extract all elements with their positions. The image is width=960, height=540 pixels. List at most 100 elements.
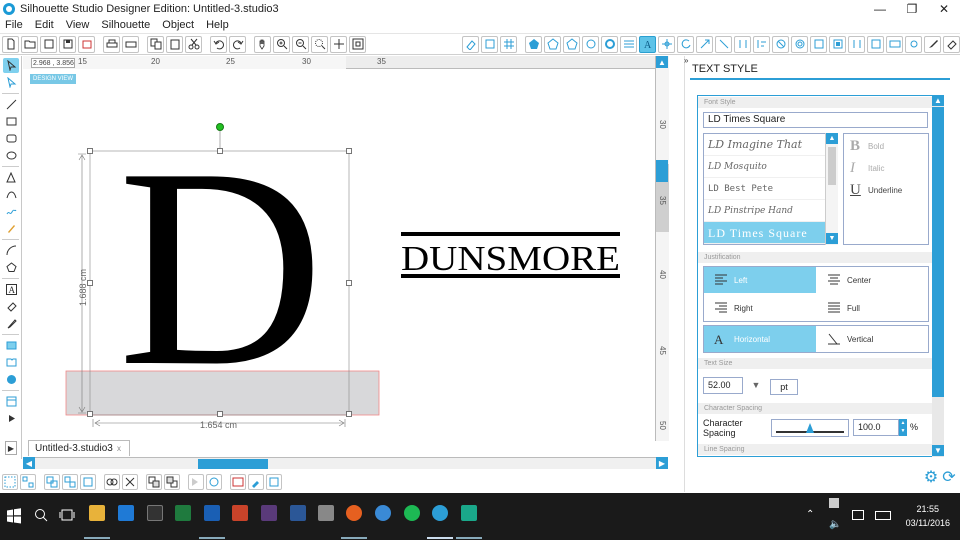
font-list-item-selected[interactable]: LD Times Square	[704, 222, 837, 244]
copy-button[interactable]	[147, 35, 164, 53]
print-and-cut-button[interactable]	[829, 35, 846, 53]
page-view-tool[interactable]	[3, 338, 19, 353]
refresh-icon[interactable]: ⟳	[941, 470, 957, 486]
deselect-button[interactable]	[20, 474, 36, 490]
trace-image-button[interactable]	[230, 474, 246, 490]
line-width-button[interactable]	[620, 35, 637, 53]
app-icon[interactable]	[261, 505, 277, 521]
slider-knob[interactable]	[806, 423, 814, 433]
hscroll-left-arrow[interactable]: ◀	[23, 457, 35, 469]
dunsmore-logo-text[interactable]: DUNSMORE	[401, 239, 620, 278]
line-tool[interactable]	[3, 97, 19, 112]
gear-icon[interactable]: ⚙	[923, 470, 939, 486]
undo-button[interactable]	[210, 35, 227, 53]
big-letter-d[interactable]: D	[118, 109, 324, 425]
powerpoint-icon[interactable]	[232, 505, 248, 521]
justify-right-button[interactable]: Right	[704, 295, 816, 321]
display-tool[interactable]	[3, 394, 19, 409]
page-setup-button[interactable]	[481, 35, 498, 53]
knife-tool[interactable]	[3, 316, 19, 331]
store-button[interactable]	[886, 35, 903, 53]
zoom-drag-button[interactable]	[330, 35, 347, 53]
font-scroll-down-icon[interactable]: ▼	[826, 233, 838, 244]
font-list-item[interactable]: LD Imagine That	[704, 134, 837, 156]
minimize-button[interactable]: —	[864, 0, 896, 17]
rectangle-tool[interactable]	[3, 114, 19, 129]
zoom-select-button[interactable]	[311, 35, 328, 53]
polygon-tool[interactable]	[3, 170, 19, 185]
select-tool[interactable]	[3, 58, 19, 73]
menu-edit[interactable]: Edit	[35, 19, 54, 31]
hscroll-right-arrow[interactable]: ▶	[656, 457, 668, 469]
open-button[interactable]	[21, 35, 38, 53]
play-tool[interactable]	[3, 411, 19, 426]
group-button[interactable]	[44, 474, 60, 490]
edge-icon[interactable]	[118, 505, 134, 521]
horizontal-scrollbar[interactable]	[23, 457, 668, 469]
font-list-item[interactable]: LD Pinstripe Hand	[704, 200, 837, 222]
regular-polygon-tool[interactable]	[3, 260, 19, 275]
library-tool[interactable]	[3, 355, 19, 370]
move-button[interactable]	[715, 35, 732, 53]
redo-button[interactable]	[229, 35, 246, 53]
select-all-button[interactable]	[2, 474, 18, 490]
fill-gradient-button[interactable]	[544, 35, 561, 53]
panel-scroll-down-icon[interactable]: ▼	[932, 445, 944, 456]
pixscan-button[interactable]	[266, 474, 282, 490]
print-cut-button[interactable]	[122, 35, 139, 53]
ungroup-button[interactable]	[62, 474, 78, 490]
smooth-freehand-tool[interactable]	[3, 221, 19, 236]
outlook-icon[interactable]	[204, 505, 220, 521]
menu-view[interactable]: View	[66, 19, 90, 31]
line-style-button[interactable]	[601, 35, 618, 53]
text-tool[interactable]: A	[3, 282, 19, 297]
play-sidebar-button[interactable]: ▶	[5, 441, 17, 455]
offset-shape-button[interactable]	[206, 474, 222, 490]
library-button[interactable]	[40, 35, 57, 53]
menu-help[interactable]: Help	[206, 19, 229, 31]
knife-button[interactable]	[924, 35, 941, 53]
italic-toggle[interactable]: I Italic	[850, 158, 884, 178]
word-icon[interactable]	[290, 505, 306, 521]
panel-scrollbar[interactable]: ▲ ▼	[932, 95, 944, 457]
tray-overflow-icon[interactable]: ⌃	[806, 509, 814, 520]
cut-settings-button[interactable]	[848, 35, 865, 53]
arc-tool[interactable]	[3, 243, 19, 258]
vscroll-up-arrow[interactable]: ▲	[656, 56, 668, 68]
vscroll-thumb[interactable]	[656, 160, 668, 182]
text-size-input[interactable]: 52.00	[703, 377, 743, 394]
transform-button[interactable]	[658, 35, 675, 53]
rotate-button[interactable]	[677, 35, 694, 53]
offset-button[interactable]	[791, 35, 808, 53]
align-left-button[interactable]	[188, 474, 204, 490]
search-icon[interactable]	[34, 508, 48, 522]
volume-icon[interactable]: 🔈	[829, 519, 841, 530]
hscroll-thumb[interactable]	[198, 459, 268, 469]
keyboard-icon[interactable]	[875, 511, 891, 520]
font-scroll-up-icon[interactable]: ▲	[826, 133, 838, 144]
maximize-button[interactable]: ❐	[896, 0, 928, 17]
freehand-tool[interactable]	[3, 204, 19, 219]
internet-explorer-icon[interactable]	[375, 505, 391, 521]
new-file-button[interactable]	[2, 35, 19, 53]
store-tool[interactable]	[3, 372, 19, 387]
pan-button[interactable]	[254, 35, 271, 53]
fit-to-page-button[interactable]	[349, 35, 366, 53]
horizontal-orientation-button[interactable]: A Horizontal	[704, 326, 816, 352]
store-app-icon[interactable]	[147, 505, 163, 521]
taskbar-clock[interactable]: 21:55 03/11/2016	[906, 502, 950, 530]
bring-forward-button[interactable]	[146, 474, 162, 490]
text-style-button[interactable]: A	[639, 35, 656, 53]
zoom-in-button[interactable]	[273, 35, 290, 53]
font-list-item[interactable]: LD Mosquito	[704, 156, 837, 178]
font-list[interactable]: LD Imagine That LD Mosquito LD Best Pete…	[703, 133, 838, 245]
font-name-input[interactable]: LD Times Square	[703, 112, 928, 128]
underline-toggle[interactable]: U Underline	[850, 180, 902, 200]
font-list-item[interactable]: LD Best Pete	[704, 178, 837, 200]
file-explorer-icon[interactable]	[89, 505, 105, 521]
modify-button[interactable]	[772, 35, 789, 53]
send-backward-button[interactable]	[164, 474, 180, 490]
network-icon[interactable]	[829, 498, 839, 508]
text-size-unit-button[interactable]: pt	[770, 379, 798, 395]
fill-pattern-button[interactable]	[563, 35, 580, 53]
